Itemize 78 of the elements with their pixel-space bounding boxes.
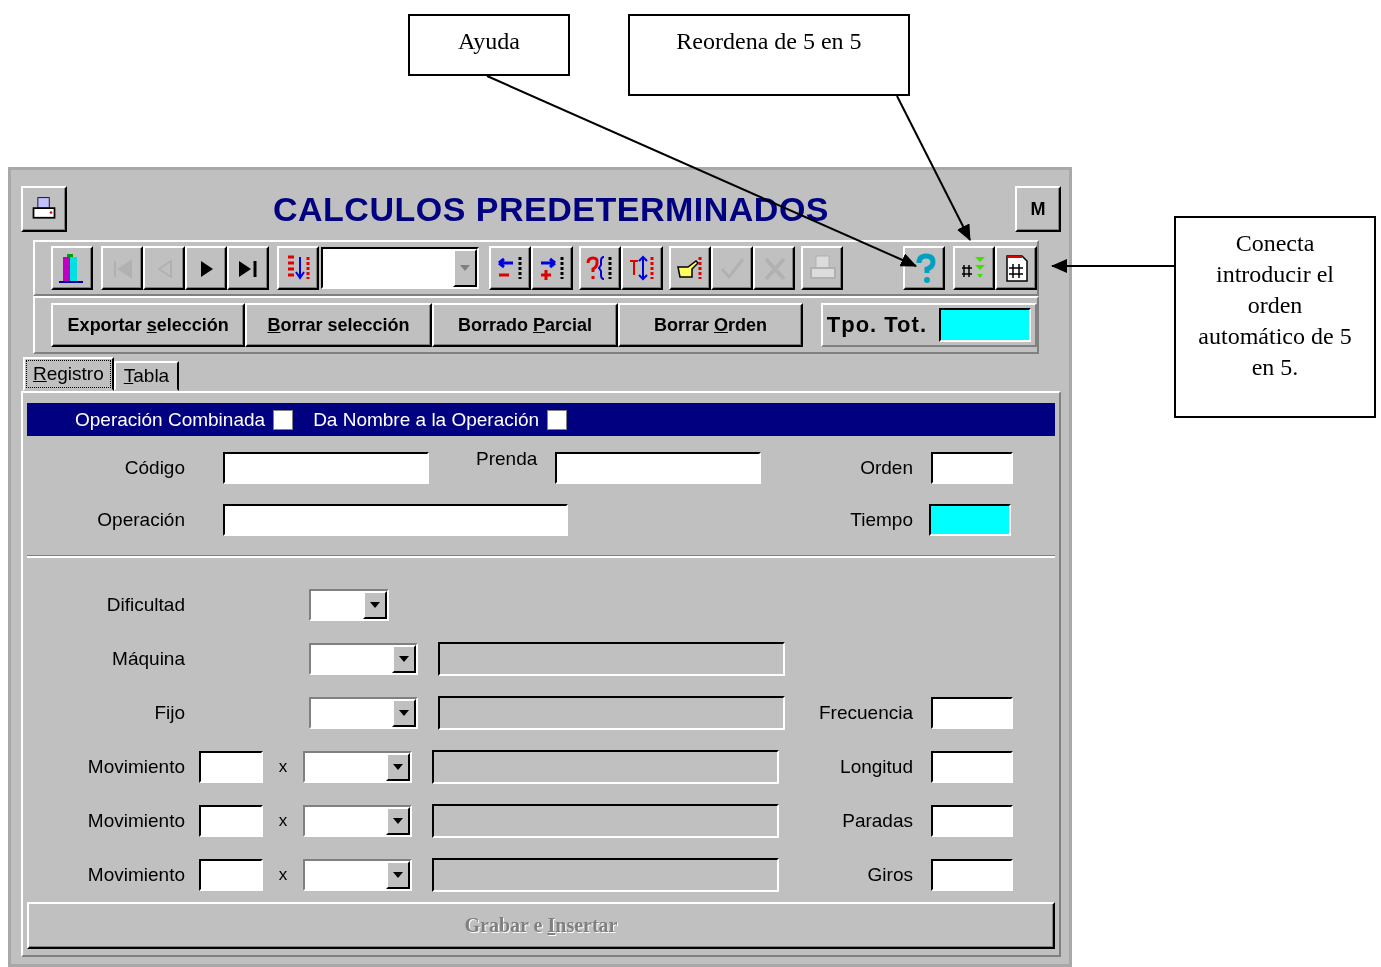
- toolbar-button[interactable]: [531, 246, 573, 290]
- field-label: Prenda: [476, 448, 538, 471]
- text-field[interactable]: [931, 805, 1013, 838]
- checkbox[interactable]: [547, 409, 568, 430]
- field-label: Fijo: [153, 702, 185, 725]
- field-label: Paradas: [842, 810, 913, 833]
- sort-field-combo[interactable]: [321, 247, 479, 289]
- dropdown-arrow-icon: [393, 872, 403, 879]
- toolbar-button[interactable]: [753, 246, 795, 290]
- dropdown[interactable]: [309, 643, 418, 676]
- dropdown[interactable]: [303, 805, 412, 838]
- toolbar-button[interactable]: [51, 246, 93, 290]
- dropdown-arrow-icon: [393, 818, 403, 825]
- field-label: Operación: [96, 509, 185, 532]
- toolbar-button[interactable]: [579, 246, 621, 290]
- text-field[interactable]: [931, 452, 1013, 485]
- dropdown[interactable]: [303, 751, 412, 784]
- action-button[interactable]: Borrado Parcial: [431, 303, 619, 347]
- total-time-field[interactable]: [939, 308, 1031, 342]
- field-label: Movimiento: [86, 756, 185, 779]
- text-field[interactable]: [555, 452, 762, 485]
- tab[interactable]: Registro: [23, 357, 114, 391]
- count-field[interactable]: [199, 805, 263, 838]
- toolbar-button[interactable]: [801, 246, 843, 290]
- toolbar-button[interactable]: [711, 246, 753, 290]
- times-sign: x: [277, 811, 289, 832]
- times-sign: x: [277, 757, 289, 778]
- toolbar-button[interactable]: [101, 246, 143, 290]
- callout-box: Ayuda: [408, 14, 570, 76]
- action-button[interactable]: Exportar selección: [51, 303, 246, 347]
- dropdown-arrow-icon: [370, 602, 380, 609]
- toolbar-button[interactable]: [185, 246, 227, 290]
- dropdown[interactable]: [309, 697, 418, 730]
- field-label: Dificultad: [105, 594, 185, 617]
- count-field[interactable]: [199, 859, 263, 892]
- option-label: Da Nombre a la Operación: [313, 408, 540, 431]
- print-button[interactable]: [21, 186, 67, 232]
- dropdown-arrow-icon: [399, 710, 409, 717]
- toolbar-button[interactable]: [227, 246, 269, 290]
- text-field[interactable]: [931, 751, 1013, 784]
- text-field[interactable]: [223, 452, 429, 485]
- callout-box: Conecta introducir el orden automático de 5 en 5.: [1174, 216, 1376, 418]
- times-sign: x: [277, 865, 289, 886]
- action-button[interactable]: Borrar Orden: [618, 303, 803, 347]
- field-label: Longitud: [840, 756, 913, 779]
- toolbar-button[interactable]: [143, 246, 185, 290]
- time-field[interactable]: [929, 504, 1011, 537]
- toolbar-button[interactable]: [995, 246, 1037, 290]
- toolbar-button[interactable]: [277, 246, 319, 290]
- field-label: Giros: [867, 864, 913, 887]
- dropdown-arrow-icon: [393, 764, 403, 771]
- total-time-label: Tpo. Tot.: [826, 312, 928, 338]
- dropdown[interactable]: [303, 859, 412, 892]
- field-label: Movimiento: [86, 864, 185, 887]
- checkbox[interactable]: [273, 409, 294, 430]
- field-label: Orden: [860, 457, 913, 480]
- toolbar-button[interactable]: [669, 246, 711, 290]
- text-field[interactable]: [931, 859, 1013, 892]
- dropdown-arrow-icon: [399, 656, 409, 663]
- field-label: Código: [123, 457, 185, 480]
- action-button[interactable]: Borrar selección: [245, 303, 432, 347]
- dropdown[interactable]: [309, 589, 389, 622]
- tab[interactable]: Tabla: [113, 361, 180, 391]
- dropdown-arrow-icon: [460, 265, 470, 271]
- m-button[interactable]: M: [1015, 186, 1061, 232]
- field-label: Tiempo: [850, 509, 913, 532]
- field-label: Movimiento: [86, 810, 185, 833]
- callout-box: Reordena de 5 en 5: [628, 14, 910, 96]
- text-field[interactable]: [223, 504, 568, 537]
- toolbar-button[interactable]: [489, 246, 531, 290]
- toolbar-button[interactable]: [953, 246, 995, 290]
- option-label: Operación Combinada: [75, 408, 266, 431]
- field-label: Máquina: [111, 648, 185, 671]
- text-field[interactable]: [931, 697, 1013, 730]
- toolbar-button[interactable]: [903, 246, 945, 290]
- toolbar-button[interactable]: [621, 246, 663, 290]
- field-label: Frecuencia: [819, 702, 913, 725]
- count-field[interactable]: [199, 751, 263, 784]
